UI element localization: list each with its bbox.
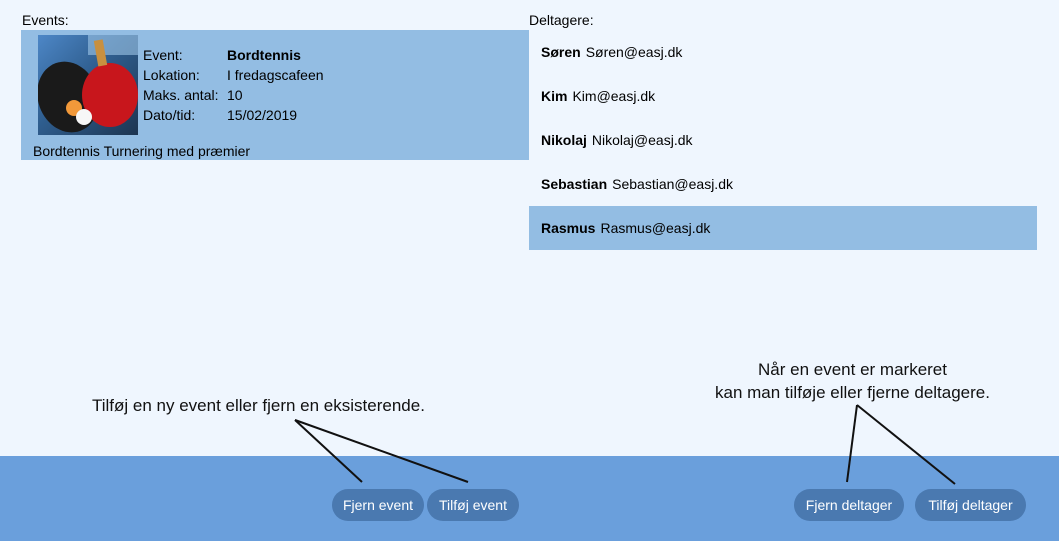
participant-name: Søren: [541, 44, 581, 60]
events-header: Events:: [22, 12, 69, 28]
annotation-events: Tilføj en ny event eller fjern en eksist…: [92, 396, 425, 415]
annotation-participants-line1: Når en event er markeret: [758, 360, 947, 379]
event-description: Bordtennis Turnering med præmier: [33, 143, 251, 159]
participant-name: Nikolaj: [541, 132, 587, 148]
table-tennis-image: [38, 35, 138, 135]
participant-email: Rasmus@easj.dk: [600, 220, 711, 236]
remove-participant-button[interactable]: Fjern deltager: [794, 489, 904, 521]
event-datetime-row: Dato/tid: 15/02/2019: [143, 107, 297, 123]
participant-item[interactable]: Kim Kim@easj.dk: [529, 74, 1037, 118]
participant-item[interactable]: Sebastian Sebastian@easj.dk: [529, 162, 1037, 206]
participant-email: Kim@easj.dk: [572, 88, 656, 104]
participant-name: Rasmus: [541, 220, 596, 236]
event-max-row: Maks. antal: 10: [143, 87, 243, 103]
participant-name: Kim: [541, 88, 568, 104]
participant-email: Søren@easj.dk: [585, 44, 683, 60]
participant-name: Sebastian: [541, 176, 608, 192]
participant-item-selected[interactable]: Rasmus Rasmus@easj.dk: [529, 206, 1037, 250]
participant-item[interactable]: Søren Søren@easj.dk: [529, 30, 1037, 74]
annotation-participants-line2: kan man tilføje eller fjerne deltagere.: [715, 383, 990, 402]
max-count-label: Maks. antal:: [143, 87, 219, 103]
participant-email: Sebastian@easj.dk: [612, 176, 733, 192]
event-label: Event:: [143, 47, 183, 63]
annotation-participants: Når en event er markeret kan man tilføje…: [690, 358, 1015, 404]
add-event-button[interactable]: Tilføj event: [427, 489, 519, 521]
location-label: Lokation:: [143, 67, 200, 83]
event-name: Bordtennis: [227, 47, 301, 63]
event-datetime: 15/02/2019: [227, 107, 298, 123]
participant-email: Nikolaj@easj.dk: [591, 132, 693, 148]
event-location: I fredagscafeen: [227, 67, 324, 83]
add-participant-button[interactable]: Tilføj deltager: [915, 489, 1026, 521]
participant-item[interactable]: Nikolaj Nikolaj@easj.dk: [529, 118, 1037, 162]
event-max-count: 10: [227, 87, 243, 103]
event-list-item-selected[interactable]: Event: Bordtennis Lokation: I fredagscafee…: [21, 30, 529, 160]
participant-list: Søren Søren@easj.dk Kim Kim@easj.dk Niko…: [529, 30, 1037, 250]
event-location-row: Lokation: I fredagscafeen: [143, 67, 324, 83]
datetime-label: Dato/tid:: [143, 107, 196, 123]
participants-header: Deltagere:: [529, 12, 594, 28]
remove-event-button[interactable]: Fjern event: [332, 489, 424, 521]
event-name-row: Event: Bordtennis: [143, 47, 301, 63]
